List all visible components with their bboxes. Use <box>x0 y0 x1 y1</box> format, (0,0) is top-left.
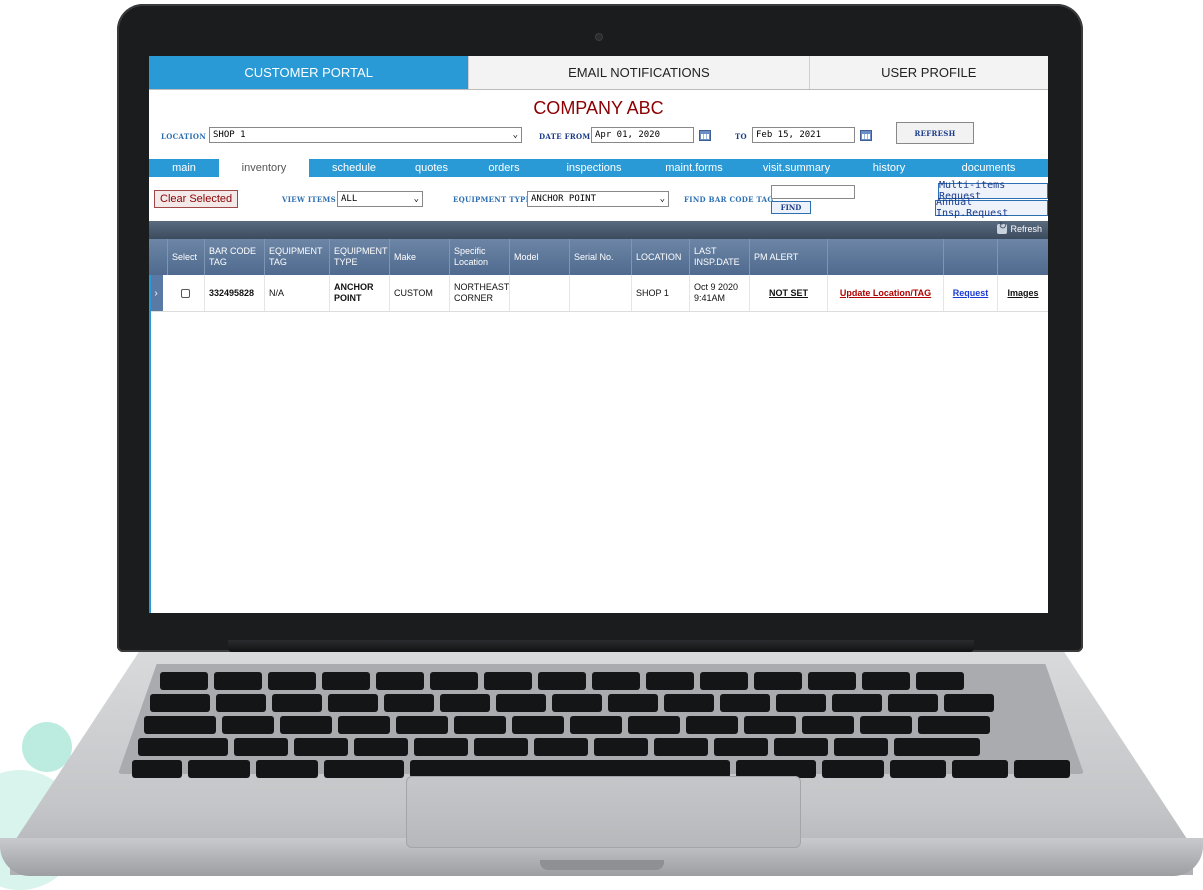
grid-refresh-label: Refresh <box>1010 224 1042 234</box>
location-label: LOCATION <box>161 132 207 141</box>
tab-history[interactable]: history <box>849 159 929 177</box>
date-from-label: DATE FROM <box>539 132 591 141</box>
column-header-specific-location[interactable]: Specific Location <box>449 239 509 275</box>
cell-make: CUSTOM <box>389 275 449 311</box>
tab-inspections[interactable]: inspections <box>544 159 644 177</box>
table-row[interactable]: › 332495828 N/A ANCHOR POINT CUSTOM NORT… <box>149 275 1048 312</box>
grid-header-bar: Refresh <box>149 221 1048 239</box>
tab-visit-summary[interactable]: visit.summary <box>744 159 849 177</box>
update-link-cell: Update Location/TAG <box>827 275 943 311</box>
row-select-checkbox[interactable] <box>181 288 190 298</box>
trackpad <box>406 776 801 848</box>
column-header-model[interactable]: Model <box>509 239 569 275</box>
tab-maint-forms[interactable]: maint.forms <box>644 159 744 177</box>
cell-serial-no <box>569 275 631 311</box>
equipment-type-label: EQUIPMENT TYPE <box>453 195 532 204</box>
date-to-input[interactable]: Feb 15, 2021 <box>752 127 855 143</box>
tab-email-notifications[interactable]: EMAIL NOTIFICATIONS <box>468 56 809 89</box>
top-nav: CUSTOMER PORTAL EMAIL NOTIFICATIONS USER… <box>149 56 1048 90</box>
inventory-toolbar: Clear Selected VIEW ITEMS ALL ⌄ EQUIPMEN… <box>149 180 1048 219</box>
chevron-right-icon[interactable]: › <box>149 275 163 311</box>
pm-alert-link-cell: NOT SET <box>749 275 827 311</box>
images-link-cell: Images <box>997 275 1048 311</box>
column-header-bar-code-tag[interactable]: BAR CODE TAG <box>204 239 264 275</box>
equipment-type-value: ANCHOR POINT <box>531 194 597 204</box>
calendar-icon[interactable] <box>860 130 872 141</box>
update-location-tag-link[interactable]: Update Location/TAG <box>840 288 931 299</box>
laptop-hinge <box>228 640 974 652</box>
column-header-make[interactable]: Make <box>389 239 449 275</box>
cell-specific-location: NORTHEAST CORNER <box>449 275 509 311</box>
tab-quotes[interactable]: quotes <box>399 159 464 177</box>
screen: CUSTOMER PORTAL EMAIL NOTIFICATIONS USER… <box>149 56 1048 613</box>
column-header-location[interactable]: LOCATION <box>631 239 689 275</box>
grid-column-headers: Select BAR CODE TAG EQUIPMENT TAG EQUIPM… <box>149 239 1048 275</box>
camera-icon <box>596 34 602 40</box>
column-header-blank <box>827 239 943 275</box>
column-header-equipment-type[interactable]: EQUIPMENT TYPE <box>329 239 389 275</box>
location-value: SHOP 1 <box>213 130 246 140</box>
column-header-serial-no[interactable]: Serial No. <box>569 239 631 275</box>
location-select[interactable]: SHOP 1 ⌄ <box>209 127 522 143</box>
date-from-input[interactable]: Apr 01, 2020 <box>591 127 694 143</box>
tab-documents[interactable]: documents <box>929 159 1048 177</box>
cell-model <box>509 275 569 311</box>
find-bar-code-label: FIND BAR CODE TAG <box>684 195 774 204</box>
to-label: TO <box>735 132 747 141</box>
calendar-icon[interactable] <box>699 130 711 141</box>
cell-equipment-tag: N/A <box>264 275 329 311</box>
pm-alert-link[interactable]: NOT SET <box>769 288 808 299</box>
cell-bar-code-tag: 332495828 <box>204 275 264 311</box>
company-name: COMPANY ABC <box>533 98 664 118</box>
column-header-select[interactable]: Select <box>167 239 204 275</box>
view-items-select[interactable]: ALL ⌄ <box>337 191 423 207</box>
images-link[interactable]: Images <box>1007 288 1038 299</box>
annual-insp-request-button[interactable]: Annual Insp.Request <box>935 197 1048 219</box>
decorative-circle-small <box>22 722 72 772</box>
clear-selected-button[interactable]: Clear Selected <box>154 190 239 208</box>
row-select-cell <box>167 275 204 311</box>
cell-last-insp-date: Oct 9 2020 9:41AM <box>689 275 749 311</box>
equipment-type-select[interactable]: ANCHOR POINT ⌄ <box>527 191 669 207</box>
laptop-notch <box>540 860 664 870</box>
keyboard-row <box>138 738 980 756</box>
sub-nav: main inventory schedule quotes orders in… <box>149 159 1048 177</box>
cell-location: SHOP 1 <box>631 275 689 311</box>
column-header-last-insp-date[interactable]: LAST INSP.DATE <box>689 239 749 275</box>
column-header-pm-alert[interactable]: PM ALERT <box>749 239 827 275</box>
keyboard-row <box>144 716 990 734</box>
keyboard-row <box>160 672 964 690</box>
tab-customer-portal[interactable]: CUSTOMER PORTAL <box>149 56 469 89</box>
chevron-down-icon: ⌄ <box>512 130 518 140</box>
bar-code-input[interactable] <box>771 185 855 199</box>
request-link-cell: Request <box>943 275 997 311</box>
refresh-button[interactable]: REFRESH <box>896 122 974 144</box>
filter-bar: LOCATION SHOP 1 ⌄ DATE FROM Apr 01, 2020… <box>149 122 1048 149</box>
tab-orders[interactable]: orders <box>464 159 544 177</box>
tab-user-profile[interactable]: USER PROFILE <box>808 56 1048 89</box>
chevron-down-icon: ⌄ <box>413 194 419 204</box>
tab-schedule[interactable]: schedule <box>309 159 399 177</box>
tab-inventory[interactable]: inventory <box>219 159 309 177</box>
refresh-icon <box>997 221 1008 234</box>
chevron-down-icon: ⌄ <box>659 194 665 204</box>
view-items-value: ALL <box>341 194 358 204</box>
grid-left-border <box>149 275 151 613</box>
request-link[interactable]: Request <box>953 288 989 299</box>
column-header-blank <box>943 239 997 275</box>
column-header-equipment-tag[interactable]: EQUIPMENT TAG <box>264 239 329 275</box>
keyboard-row <box>150 694 994 712</box>
find-button[interactable]: FIND <box>771 201 811 214</box>
cell-equipment-type: ANCHOR POINT <box>329 275 389 311</box>
grid-refresh-button[interactable]: Refresh <box>997 221 1042 234</box>
view-items-label: VIEW ITEMS <box>282 195 336 204</box>
column-header-blank <box>997 239 1048 275</box>
tab-main[interactable]: main <box>149 159 219 177</box>
